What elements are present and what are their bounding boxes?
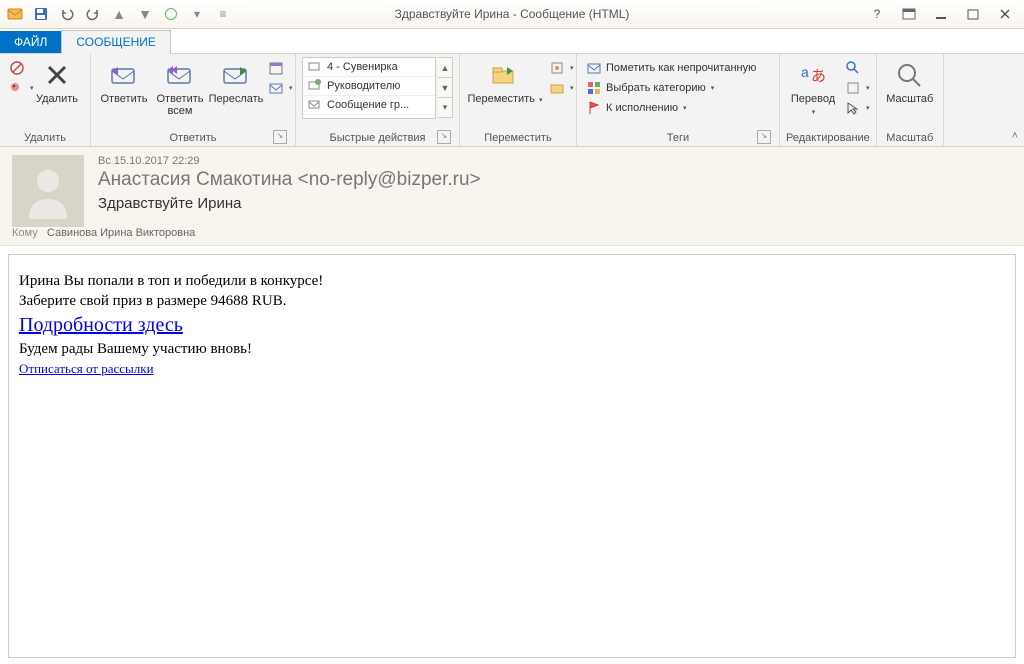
reply-button[interactable]: Ответить (97, 57, 151, 107)
group-tags-label: Теги↘ (583, 130, 773, 146)
close-icon[interactable] (992, 4, 1018, 24)
more-respond-button[interactable]: ▾ (265, 79, 289, 97)
minimize-icon[interactable] (928, 4, 954, 24)
app-icon (4, 3, 26, 25)
forward-button[interactable]: Переслать (209, 57, 263, 107)
svg-text:a: a (801, 64, 809, 80)
related-button[interactable]: ▾ (842, 79, 866, 97)
svg-text:あ: あ (811, 68, 826, 85)
tab-file[interactable]: ФАЙЛ (0, 31, 61, 53)
message-to: Кому Савинова Ирина Викторовна (12, 227, 1012, 239)
dialog-launcher-icon[interactable]: ↘ (437, 130, 451, 144)
group-delete: ▾ Удалить Удалить (0, 54, 91, 146)
group-editing-label: Редактирование (786, 130, 870, 146)
prev-item-icon[interactable]: ▲ (108, 3, 130, 25)
ignore-button[interactable] (6, 59, 28, 77)
message-body: Ирина Вы попали в топ и победили в конку… (8, 254, 1016, 658)
gallery-up-icon[interactable]: ▲ (438, 58, 452, 78)
details-link[interactable]: Подробности здесь (19, 314, 183, 336)
qa-customize-icon[interactable]: ▾ (186, 3, 208, 25)
group-delete-label: Удалить (6, 130, 84, 146)
avatar (12, 155, 84, 227)
message-subject: Здравствуйте Ирина (12, 195, 1012, 212)
translate-button[interactable]: aあ Перевод▾ (786, 57, 840, 121)
tab-message[interactable]: СООБЩЕНИЕ (61, 30, 171, 54)
body-line-2: Заберите свой приз в размере 94688 RUB. (19, 291, 1005, 311)
move-label: Переместить (468, 93, 535, 105)
group-move-label: Переместить (466, 130, 570, 146)
collapse-ribbon-icon[interactable]: ˄ (1012, 130, 1018, 142)
undo-icon[interactable] (56, 3, 78, 25)
group-respond: Ответить Ответить всем Переслать ▾ Ответ… (91, 54, 296, 146)
categorize-button[interactable]: Выбрать категорию▾ (583, 79, 773, 97)
title-bar: ▲ ▼ ▾ ≡ Здравствуйте Ирина - Сообщение (… (0, 0, 1024, 29)
group-move: Переместить ▾ ▾ ▾ Переместить (460, 54, 577, 146)
status-circle-icon[interactable] (160, 3, 182, 25)
dialog-launcher-icon[interactable]: ↘ (757, 130, 771, 144)
message-date: Вс 15.10.2017 22:29 (12, 155, 1012, 167)
next-item-icon[interactable]: ▼ (134, 3, 156, 25)
to-label: Кому (12, 227, 38, 239)
delete-button[interactable]: Удалить (30, 57, 84, 107)
redo-icon[interactable] (82, 3, 104, 25)
delete-label: Удалить (36, 93, 78, 105)
translate-label: Перевод (791, 93, 835, 105)
group-quicksteps: 4 - Сувенирка Руководителю Сообщение гр.… (296, 54, 460, 146)
group-respond-label: Ответить↘ (97, 130, 289, 146)
gallery-scroll: ▲ ▼ ▾ (438, 57, 453, 118)
maximize-icon[interactable] (960, 4, 986, 24)
group-tags: Пометить как непрочитанную Выбрать катег… (577, 54, 780, 146)
ribbon: ▾ Удалить Удалить Ответить Ответить всем… (0, 54, 1024, 147)
rules-button[interactable]: ▾ (546, 59, 570, 77)
actions-button[interactable]: ▾ (546, 79, 570, 97)
reply-all-button[interactable]: Ответить всем (153, 57, 207, 119)
reply-all-label: Ответить всем (156, 93, 203, 117)
find-button[interactable] (842, 59, 866, 77)
gallery-down-icon[interactable]: ▼ (438, 78, 452, 98)
select-button[interactable]: ▾ (842, 99, 866, 117)
gallery-more-icon[interactable]: ▾ (438, 98, 452, 117)
help-icon[interactable]: ? (864, 4, 890, 24)
dialog-launcher-icon[interactable]: ↘ (273, 130, 287, 144)
zoom-label: Масштаб (886, 93, 933, 105)
quicksteps-gallery[interactable]: 4 - Сувенирка Руководителю Сообщение гр.… (302, 57, 436, 119)
unsubscribe-link[interactable]: Отписаться от рассылки (19, 361, 154, 376)
body-line-1: Ирина Вы попали в топ и победили в конку… (19, 271, 1005, 291)
move-button[interactable]: Переместить ▾ (466, 57, 544, 109)
ribbon-options-icon[interactable] (896, 4, 922, 24)
group-zoom-label: Масштаб (883, 130, 937, 146)
followup-button[interactable]: К исполнению▾ (583, 99, 773, 117)
forward-label: Переслать (209, 93, 264, 105)
group-quicksteps-label: Быстрые действия↘ (302, 130, 453, 146)
mark-unread-button[interactable]: Пометить как непрочитанную (583, 59, 773, 77)
group-zoom: Масштаб Масштаб (877, 54, 944, 146)
message-from: Анастасия Смакотина <no-reply@bizper.ru> (12, 169, 1012, 191)
to-value: Савинова Ирина Викторовна (47, 227, 195, 239)
reply-label: Ответить (100, 93, 147, 105)
ribbon-tabs: ФАЙЛ СООБЩЕНИЕ (0, 29, 1024, 54)
message-body-wrap: Ирина Вы попали в топ и победили в конку… (0, 246, 1024, 664)
group-editing: aあ Перевод▾ ▾ ▾ Редактирование (780, 54, 877, 146)
zoom-button[interactable]: Масштаб (883, 57, 937, 107)
qa-overflow-icon[interactable]: ≡ (212, 3, 234, 25)
junk-button[interactable]: ▾ (6, 79, 28, 97)
message-header: Вс 15.10.2017 22:29 Анастасия Смакотина … (0, 147, 1024, 246)
body-line-3: Будем рады Вашему участию вновь! (19, 339, 1005, 359)
meeting-button[interactable] (265, 59, 289, 77)
save-icon[interactable] (30, 3, 52, 25)
